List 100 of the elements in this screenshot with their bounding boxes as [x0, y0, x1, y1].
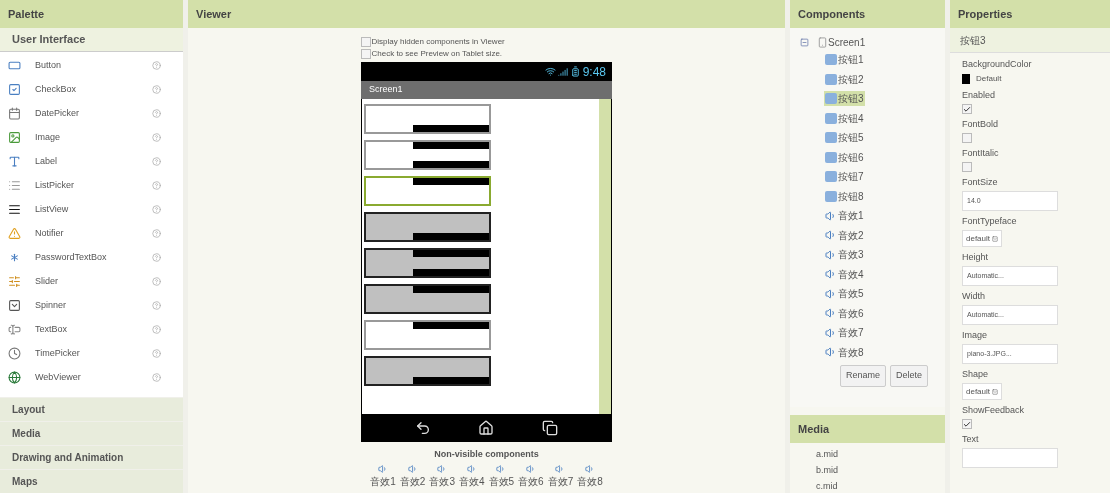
speaker-icon [825, 307, 837, 320]
palette-item[interactable]: TextBox [0, 317, 183, 342]
tree-item[interactable]: 按钮4 [824, 110, 865, 126]
tree-item[interactable]: 按钮6 [824, 149, 865, 165]
property-label: Shape [962, 368, 990, 381]
letter-icon [8, 155, 21, 169]
palette-item[interactable]: Notifier [0, 221, 183, 246]
help-icon[interactable] [152, 349, 161, 359]
property-dropdown[interactable]: default [962, 383, 1003, 400]
clock-time: 9:48 [582, 63, 606, 81]
component-label: 音效5 [488, 474, 515, 489]
help-icon[interactable] [152, 85, 161, 95]
checkbox[interactable] [360, 49, 371, 59]
speaker-icon [407, 463, 418, 474]
panel-header: Palette [0, 0, 183, 28]
piano-key-button[interactable] [364, 284, 491, 314]
tree-item[interactable]: 音效7 [824, 325, 865, 341]
piano-key-button[interactable] [364, 176, 491, 206]
checkbox[interactable] [962, 133, 972, 143]
palette-item[interactable]: Spinner [0, 293, 183, 318]
tree-item[interactable]: Screen1 [828, 34, 866, 50]
palette-item[interactable]: ListPicker [0, 173, 183, 198]
checkbox[interactable] [360, 37, 371, 47]
clock-icon [8, 347, 21, 361]
tree-item[interactable]: 按钮8 [824, 188, 865, 204]
action-button[interactable]: Delete [890, 365, 929, 387]
help-icon[interactable] [152, 325, 161, 335]
color-value: Default [976, 73, 1002, 85]
tree-item[interactable]: 按钮3 [824, 91, 865, 107]
recent-apps-icon[interactable] [542, 420, 559, 436]
checkbox[interactable] [962, 162, 972, 172]
speaker-icon [584, 463, 595, 474]
tree-item[interactable]: 按钮1 [824, 52, 865, 68]
piano-key-button[interactable] [364, 140, 491, 170]
color-swatch[interactable] [962, 74, 970, 84]
help-icon[interactable] [152, 373, 161, 383]
property-label: FontBold [962, 118, 1000, 131]
piano-key-button[interactable] [364, 104, 491, 134]
tree-item[interactable]: 音效5 [824, 286, 865, 302]
piano-key-button[interactable] [364, 212, 491, 242]
help-icon[interactable] [152, 133, 161, 143]
speaker-icon [525, 463, 536, 474]
back-icon[interactable] [414, 420, 431, 436]
help-icon[interactable] [152, 109, 161, 119]
panel-header: Components [790, 0, 945, 28]
palette-item[interactable]: Label [0, 149, 183, 174]
help-icon[interactable] [152, 253, 161, 263]
palette-item[interactable]: Slider [0, 269, 183, 294]
tree-item[interactable]: 按钮7 [824, 169, 865, 185]
piano-key-button[interactable] [364, 320, 491, 350]
palette-item[interactable]: Image [0, 125, 183, 150]
property-label: FontItalic [962, 147, 1000, 160]
home-icon[interactable] [478, 420, 495, 436]
palette-item[interactable]: PasswordTextBox [0, 245, 183, 270]
palette-item[interactable]: DatePicker [0, 101, 183, 126]
palette-item[interactable]: TimePicker [0, 341, 183, 366]
section-header[interactable]: Media [0, 422, 183, 445]
palette-item[interactable]: ListView [0, 197, 183, 222]
property-field[interactable] [962, 448, 1058, 468]
button-icon [825, 171, 837, 183]
checkbox[interactable] [962, 104, 972, 114]
media-file[interactable]: c.mid [816, 479, 945, 493]
action-button[interactable]: Rename [840, 365, 887, 387]
checkbox[interactable] [962, 419, 972, 429]
component-label: 音效2 [399, 474, 426, 489]
section-header[interactable]: Drawing and Animation [0, 446, 183, 469]
help-icon[interactable] [152, 181, 161, 191]
text-field-icon [8, 323, 21, 337]
section-header[interactable]: Maps [0, 470, 183, 493]
piano-key-button[interactable] [364, 248, 491, 278]
tree-item[interactable]: 音效2 [824, 227, 865, 243]
help-icon[interactable] [152, 157, 161, 167]
screen-title-bar: Screen1 [361, 81, 612, 99]
help-icon[interactable] [152, 229, 161, 239]
media-file[interactable]: a.mid [816, 447, 945, 461]
speaker-icon [825, 209, 837, 222]
collapse-icon[interactable] [800, 37, 809, 47]
media-file[interactable]: b.mid [816, 463, 945, 477]
tree-item[interactable]: 按钮2 [824, 71, 865, 87]
section-header[interactable]: Layout [0, 398, 183, 421]
speaker-icon [825, 326, 837, 339]
help-icon[interactable] [152, 301, 161, 311]
piano-key-button[interactable] [364, 356, 491, 386]
tree-item[interactable]: 音效8 [824, 344, 865, 360]
section-header[interactable]: User Interface [0, 28, 183, 52]
palette-item[interactable]: CheckBox [0, 77, 183, 102]
property-dropdown[interactable]: default [962, 230, 1003, 247]
property-label: FontSize [962, 176, 999, 189]
tree-item[interactable]: 按钮5 [824, 130, 865, 146]
tree-item[interactable]: 音效4 [824, 266, 865, 282]
help-icon[interactable] [152, 61, 161, 71]
palette-item[interactable]: Button [0, 53, 183, 78]
caret-icon [992, 388, 999, 395]
palette-item[interactable]: WebViewer [0, 365, 183, 390]
tree-item[interactable]: 音效3 [824, 247, 865, 263]
help-icon[interactable] [152, 205, 161, 215]
tree-item[interactable]: 音效6 [824, 305, 865, 321]
help-icon[interactable] [152, 277, 161, 287]
signal-icon [557, 66, 568, 77]
tree-item[interactable]: 音效1 [824, 208, 865, 224]
